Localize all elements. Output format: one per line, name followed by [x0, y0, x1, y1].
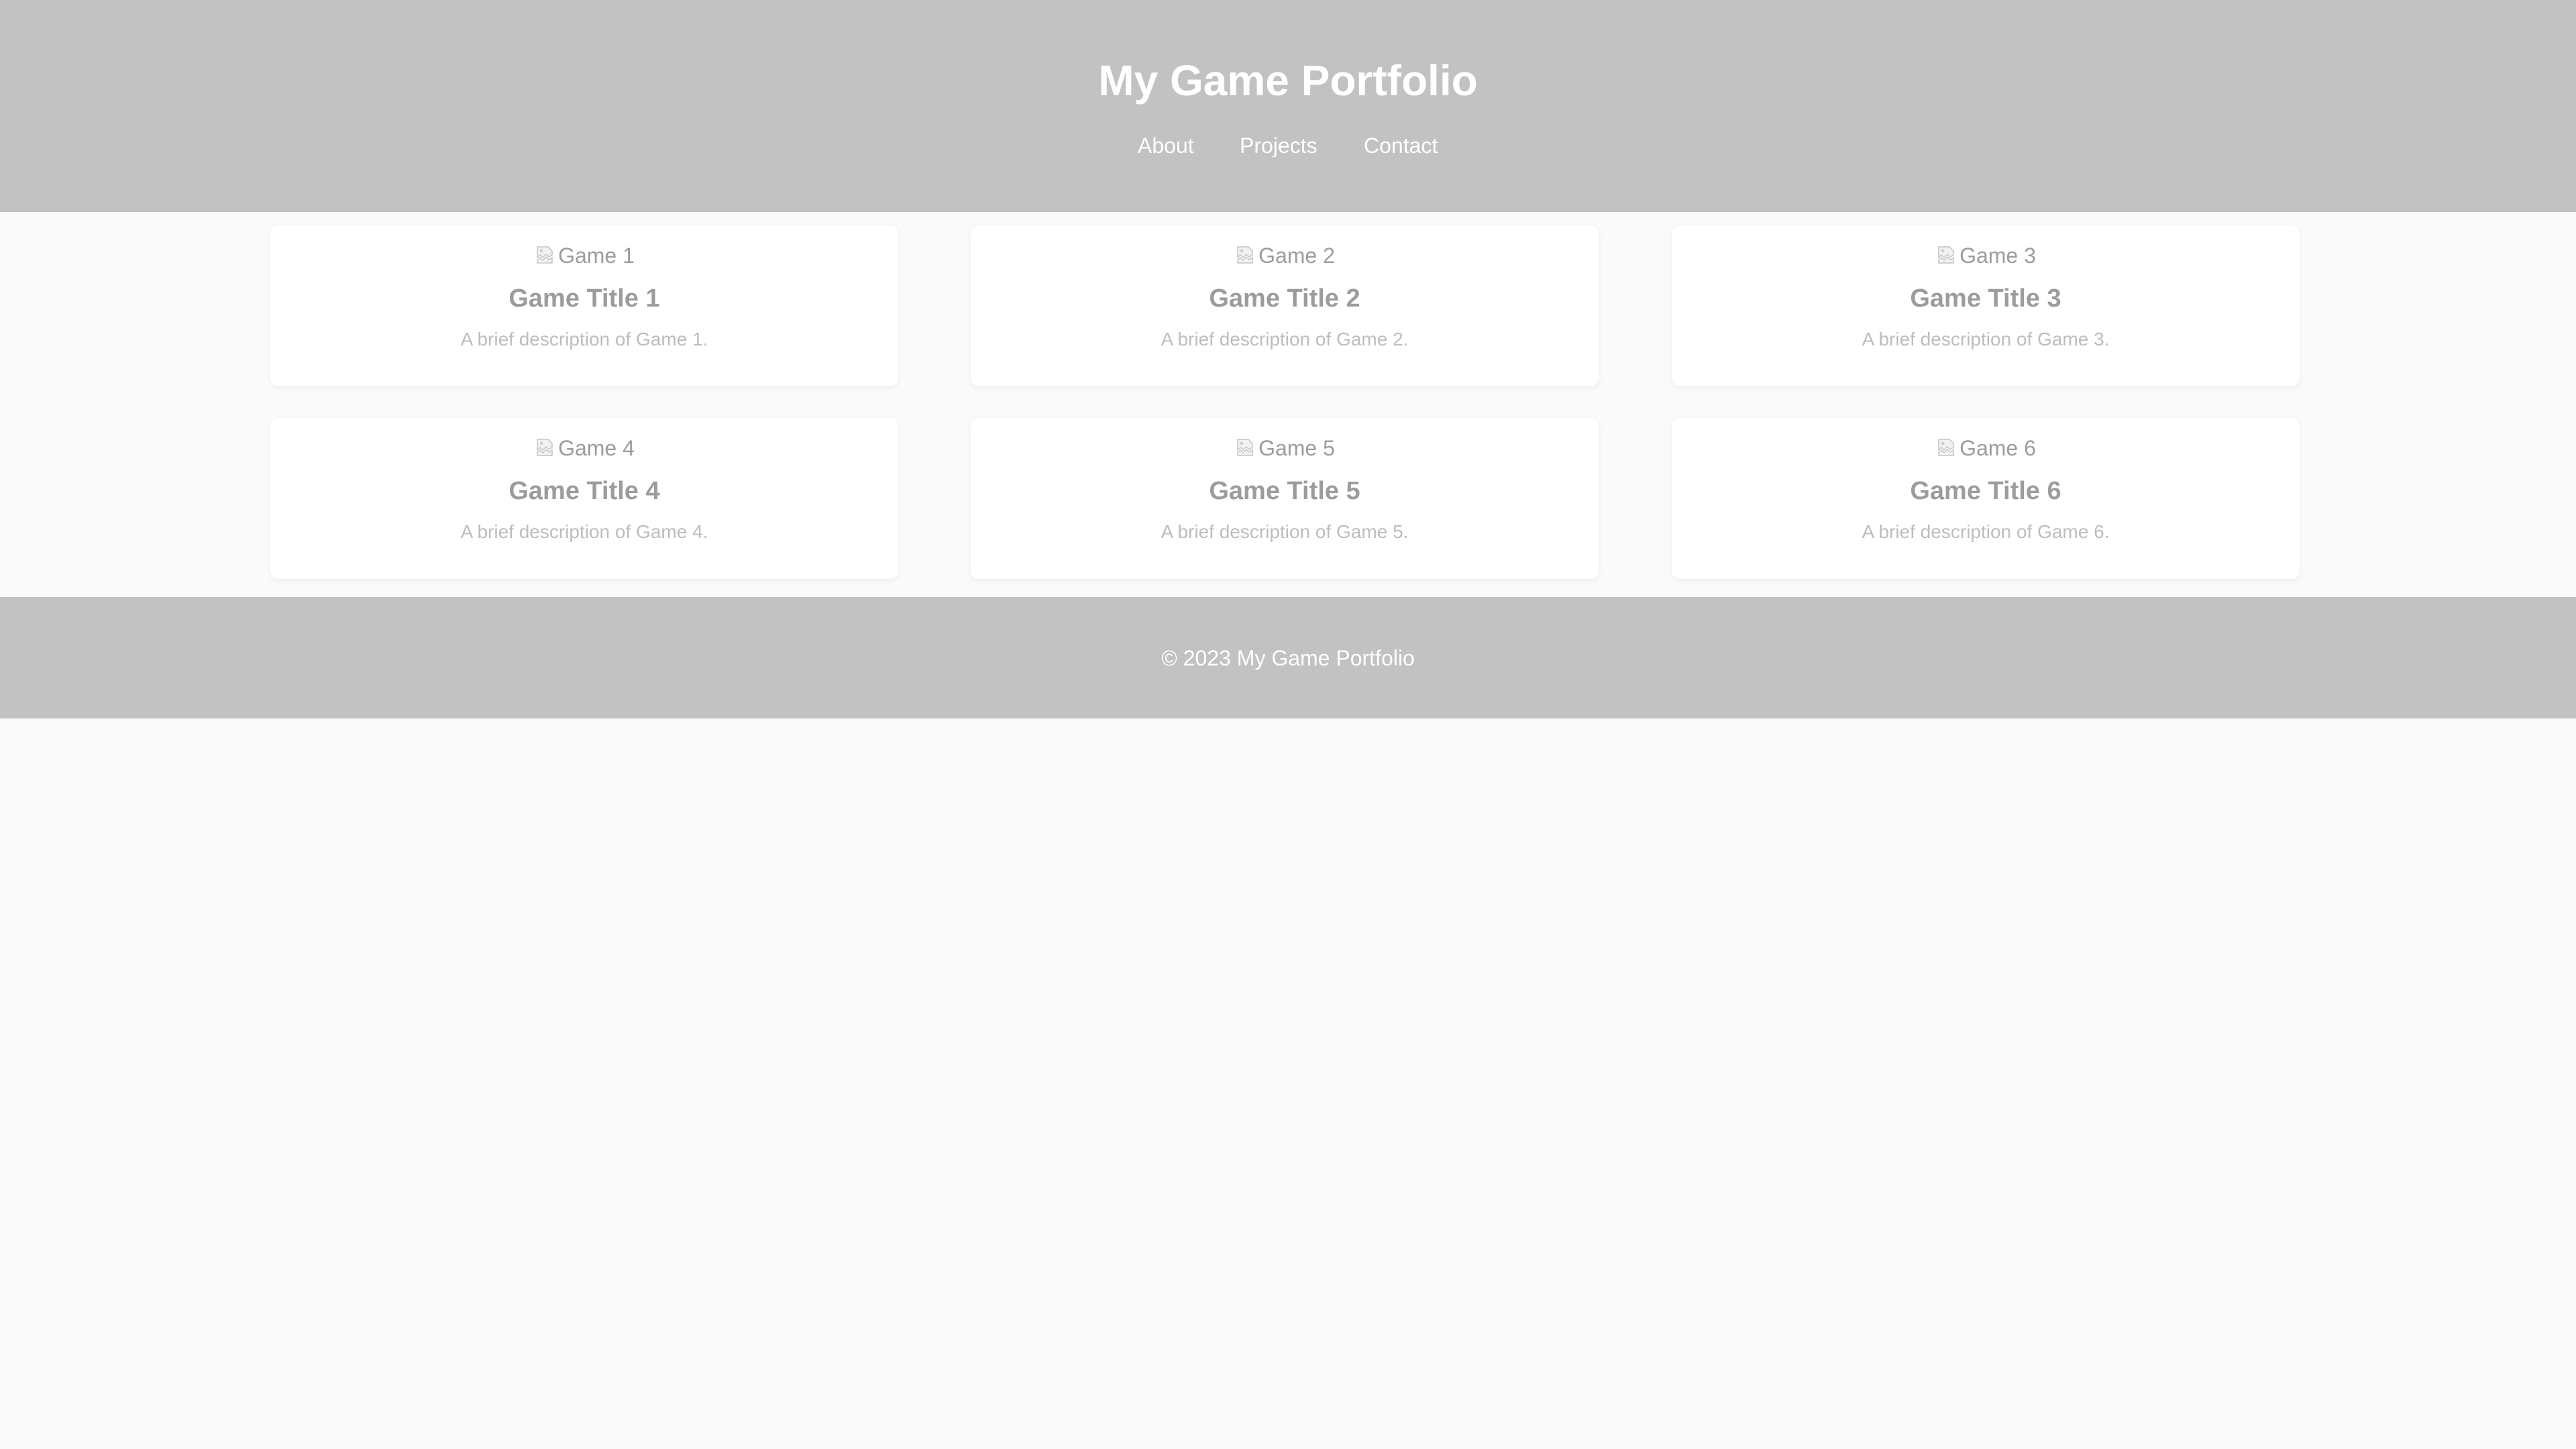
broken-image-icon	[1938, 246, 1954, 264]
game-title: Game Title 6	[1910, 477, 2061, 505]
game-image-alt: Game 2	[1258, 244, 1335, 268]
game-image-alt: Game 3	[1960, 244, 2036, 268]
nav-link-about[interactable]: About	[1138, 129, 1194, 162]
game-image[interactable]: Game 5	[971, 433, 1599, 464]
game-image[interactable]: Game 4	[270, 433, 898, 464]
game-image[interactable]: Game 6	[1672, 433, 2300, 464]
game-title: Game Title 2	[1209, 284, 1360, 313]
main-nav: About Projects Contact	[0, 129, 2576, 162]
game-card[interactable]: Game 6 Game Title 6 A brief description …	[1672, 418, 2300, 579]
game-image-alt: Game 4	[558, 436, 635, 460]
game-card[interactable]: Game 2 Game Title 2 A brief description …	[971, 225, 1599, 386]
game-grid: Game 1 Game Title 1 A brief description …	[0, 212, 2576, 597]
game-image-alt: Game 5	[1258, 436, 1335, 460]
game-title: Game Title 4	[508, 477, 660, 505]
game-description: A brief description of Game 5.	[1161, 521, 1409, 542]
game-description: A brief description of Game 4.	[460, 521, 708, 542]
game-card[interactable]: Game 4 Game Title 4 A brief description …	[270, 418, 898, 579]
broken-image-icon	[1237, 246, 1253, 264]
game-image-alt: Game 1	[558, 244, 635, 268]
broken-image-icon	[1938, 439, 1954, 456]
nav-link-projects[interactable]: Projects	[1240, 129, 1318, 162]
game-description: A brief description of Game 1.	[460, 329, 708, 350]
game-description: A brief description of Game 6.	[1862, 521, 2110, 542]
game-title: Game Title 1	[508, 284, 660, 313]
footer-copyright: © 2023 My Game Portfolio	[1161, 646, 1415, 670]
game-title: Game Title 5	[1209, 477, 1360, 505]
game-title: Game Title 3	[1910, 284, 2061, 313]
broken-image-icon	[537, 439, 553, 456]
game-image[interactable]: Game 3	[1672, 240, 2300, 271]
game-card[interactable]: Game 3 Game Title 3 A brief description …	[1672, 225, 2300, 386]
broken-image-icon	[537, 246, 553, 264]
game-card[interactable]: Game 5 Game Title 5 A brief description …	[971, 418, 1599, 579]
game-description: A brief description of Game 2.	[1161, 329, 1409, 350]
site-header: My Game Portfolio About Projects Contact	[0, 0, 2576, 212]
site-footer: © 2023 My Game Portfolio	[0, 597, 2576, 718]
game-image[interactable]: Game 2	[971, 240, 1599, 271]
nav-link-contact[interactable]: Contact	[1364, 129, 1438, 162]
site-title: My Game Portfolio	[1098, 56, 1478, 105]
game-description: A brief description of Game 3.	[1862, 329, 2110, 350]
game-card[interactable]: Game 1 Game Title 1 A brief description …	[270, 225, 898, 386]
game-image-alt: Game 6	[1960, 436, 2036, 460]
game-image[interactable]: Game 1	[270, 240, 898, 271]
broken-image-icon	[1237, 439, 1253, 456]
